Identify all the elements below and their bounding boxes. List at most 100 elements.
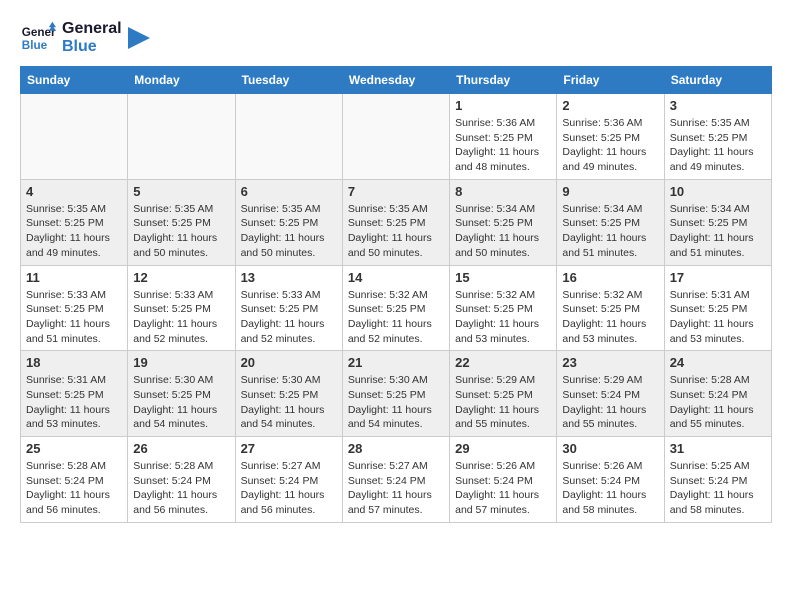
day-number: 20 bbox=[241, 355, 337, 370]
calendar-cell: 10 Sunrise: 5:34 AM Sunset: 5:25 PM Dayli… bbox=[664, 179, 771, 265]
calendar-cell: 7 Sunrise: 5:35 AM Sunset: 5:25 PM Daylig… bbox=[342, 179, 449, 265]
calendar-cell: 30 Sunrise: 5:26 AM Sunset: 5:24 PM Dayli… bbox=[557, 437, 664, 523]
calendar-cell: 25Sunrise: 5:28 AM Sunset: 5:24 PM Dayli… bbox=[21, 437, 128, 523]
weekday-header-thursday: Thursday bbox=[450, 67, 557, 94]
calendar-week-row: 11 Sunrise: 5:33 AM Sunset: 5:25 PM Dayli… bbox=[21, 265, 772, 351]
day-number: 5 bbox=[133, 184, 229, 199]
calendar-cell bbox=[128, 94, 235, 180]
calendar-cell: 20 Sunrise: 5:30 AM Sunset: 5:25 PM Dayli… bbox=[235, 351, 342, 437]
day-info: Sunrise: 5:31 AM Sunset: 5:25 PM Dayligh… bbox=[26, 373, 122, 432]
calendar-cell: 16 Sunrise: 5:32 AM Sunset: 5:25 PM Dayli… bbox=[557, 265, 664, 351]
svg-text:Blue: Blue bbox=[22, 39, 48, 52]
day-number: 24 bbox=[670, 355, 766, 370]
day-info: Sunrise: 5:32 AM Sunset: 5:25 PM Dayligh… bbox=[455, 288, 551, 347]
weekday-header-sunday: Sunday bbox=[21, 67, 128, 94]
calendar-cell: 26 Sunrise: 5:28 AM Sunset: 5:24 PM Dayli… bbox=[128, 437, 235, 523]
day-info: Sunrise: 5:34 AM Sunset: 5:25 PM Dayligh… bbox=[670, 202, 766, 261]
calendar-header-row: SundayMondayTuesdayWednesdayThursdayFrid… bbox=[21, 67, 772, 94]
day-number: 2 bbox=[562, 98, 658, 113]
day-info: Sunrise: 5:35 AM Sunset: 5:25 PM Dayligh… bbox=[26, 202, 122, 261]
calendar-table: SundayMondayTuesdayWednesdayThursdayFrid… bbox=[20, 66, 772, 523]
day-info: Sunrise: 5:31 AM Sunset: 5:25 PM Dayligh… bbox=[670, 288, 766, 347]
day-number: 27 bbox=[241, 441, 337, 456]
day-info: Sunrise: 5:30 AM Sunset: 5:25 PM Dayligh… bbox=[348, 373, 444, 432]
calendar-cell: 11 Sunrise: 5:33 AM Sunset: 5:25 PM Dayli… bbox=[21, 265, 128, 351]
calendar-cell: 5 Sunrise: 5:35 AM Sunset: 5:25 PM Daylig… bbox=[128, 179, 235, 265]
day-info: Sunrise: 5:36 AM Sunset: 5:25 PM Dayligh… bbox=[562, 116, 658, 175]
day-info: Sunrise: 5:29 AM Sunset: 5:25 PM Dayligh… bbox=[455, 373, 551, 432]
day-info: Sunrise: 5:33 AM Sunset: 5:25 PM Dayligh… bbox=[133, 288, 229, 347]
calendar-cell: 22 Sunrise: 5:29 AM Sunset: 5:25 PM Dayli… bbox=[450, 351, 557, 437]
day-info: Sunrise: 5:26 AM Sunset: 5:24 PM Dayligh… bbox=[562, 459, 658, 518]
day-number: 14 bbox=[348, 270, 444, 285]
day-info: Sunrise: 5:25 AM Sunset: 5:24 PM Dayligh… bbox=[670, 459, 766, 518]
day-number: 7 bbox=[348, 184, 444, 199]
calendar-cell: 24 Sunrise: 5:28 AM Sunset: 5:24 PM Dayli… bbox=[664, 351, 771, 437]
calendar-cell bbox=[21, 94, 128, 180]
day-info: Sunrise: 5:35 AM Sunset: 5:25 PM Dayligh… bbox=[133, 202, 229, 261]
day-number: 11 bbox=[26, 270, 122, 285]
calendar-cell: 23 Sunrise: 5:29 AM Sunset: 5:24 PM Dayli… bbox=[557, 351, 664, 437]
day-info: Sunrise: 5:33 AM Sunset: 5:25 PM Dayligh… bbox=[26, 288, 122, 347]
logo: General Blue General Blue bbox=[20, 20, 150, 56]
day-number: 12 bbox=[133, 270, 229, 285]
day-number: 16 bbox=[562, 270, 658, 285]
calendar-cell: 4 Sunrise: 5:35 AM Sunset: 5:25 PM Daylig… bbox=[21, 179, 128, 265]
calendar-cell: 27 Sunrise: 5:27 AM Sunset: 5:24 PM Dayli… bbox=[235, 437, 342, 523]
day-info: Sunrise: 5:32 AM Sunset: 5:25 PM Dayligh… bbox=[348, 288, 444, 347]
calendar-cell bbox=[342, 94, 449, 180]
day-number: 3 bbox=[670, 98, 766, 113]
day-number: 28 bbox=[348, 441, 444, 456]
calendar-cell: 28 Sunrise: 5:27 AM Sunset: 5:24 PM Dayli… bbox=[342, 437, 449, 523]
calendar-cell: 8Sunrise: 5:34 AM Sunset: 5:25 PM Daylig… bbox=[450, 179, 557, 265]
day-info: Sunrise: 5:35 AM Sunset: 5:25 PM Dayligh… bbox=[670, 116, 766, 175]
logo-icon: General Blue bbox=[20, 20, 56, 56]
day-number: 26 bbox=[133, 441, 229, 456]
logo-general: General bbox=[62, 20, 122, 38]
day-info: Sunrise: 5:35 AM Sunset: 5:25 PM Dayligh… bbox=[348, 202, 444, 261]
logo-arrow-icon bbox=[128, 27, 150, 49]
day-info: Sunrise: 5:29 AM Sunset: 5:24 PM Dayligh… bbox=[562, 373, 658, 432]
day-number: 23 bbox=[562, 355, 658, 370]
day-info: Sunrise: 5:28 AM Sunset: 5:24 PM Dayligh… bbox=[133, 459, 229, 518]
day-number: 19 bbox=[133, 355, 229, 370]
day-number: 6 bbox=[241, 184, 337, 199]
day-info: Sunrise: 5:34 AM Sunset: 5:25 PM Dayligh… bbox=[562, 202, 658, 261]
calendar-cell: 9 Sunrise: 5:34 AM Sunset: 5:25 PM Daylig… bbox=[557, 179, 664, 265]
day-number: 25 bbox=[26, 441, 122, 456]
day-info: Sunrise: 5:32 AM Sunset: 5:25 PM Dayligh… bbox=[562, 288, 658, 347]
day-number: 21 bbox=[348, 355, 444, 370]
calendar-week-row: 25 Sunrise: 5:28 AM Sunset: 5:24 PM Dayli… bbox=[21, 437, 772, 523]
day-number: 9 bbox=[562, 184, 658, 199]
calendar-cell: 1Sunrise: 5:36 AM Sunset: 5:25 PM Daylig… bbox=[450, 94, 557, 180]
day-number: 1 bbox=[455, 98, 551, 113]
day-number: 31 bbox=[670, 441, 766, 456]
calendar-cell: 3 Sunrise: 5:35 AM Sunset: 5:25 PM Daylig… bbox=[664, 94, 771, 180]
calendar-week-row: 18 Sunrise: 5:31 AM Sunset: 5:25 PM Dayli… bbox=[21, 351, 772, 437]
day-info: Sunrise: 5:33 AM Sunset: 5:25 PM Dayligh… bbox=[241, 288, 337, 347]
calendar-cell: 17Sunrise: 5:31 AM Sunset: 5:25 PM Dayli… bbox=[664, 265, 771, 351]
calendar-cell: 13Sunrise: 5:33 AM Sunset: 5:25 PM Dayli… bbox=[235, 265, 342, 351]
day-info: Sunrise: 5:28 AM Sunset: 5:24 PM Dayligh… bbox=[670, 373, 766, 432]
weekday-header-monday: Monday bbox=[128, 67, 235, 94]
logo-blue: Blue bbox=[62, 38, 122, 56]
day-info: Sunrise: 5:30 AM Sunset: 5:25 PM Dayligh… bbox=[241, 373, 337, 432]
day-number: 15 bbox=[455, 270, 551, 285]
calendar-cell: 21 Sunrise: 5:30 AM Sunset: 5:25 PM Dayli… bbox=[342, 351, 449, 437]
day-number: 30 bbox=[562, 441, 658, 456]
calendar-cell: 12 Sunrise: 5:33 AM Sunset: 5:25 PM Dayli… bbox=[128, 265, 235, 351]
day-number: 22 bbox=[455, 355, 551, 370]
calendar-cell: 29Sunrise: 5:26 AM Sunset: 5:24 PM Dayli… bbox=[450, 437, 557, 523]
weekday-header-wednesday: Wednesday bbox=[342, 67, 449, 94]
day-number: 4 bbox=[26, 184, 122, 199]
weekday-header-tuesday: Tuesday bbox=[235, 67, 342, 94]
day-number: 10 bbox=[670, 184, 766, 199]
day-info: Sunrise: 5:27 AM Sunset: 5:24 PM Dayligh… bbox=[348, 459, 444, 518]
calendar-cell: 18 Sunrise: 5:31 AM Sunset: 5:25 PM Dayli… bbox=[21, 351, 128, 437]
day-info: Sunrise: 5:27 AM Sunset: 5:24 PM Dayligh… bbox=[241, 459, 337, 518]
page-header: General Blue General Blue bbox=[20, 20, 772, 56]
calendar-cell: 19Sunrise: 5:30 AM Sunset: 5:25 PM Dayli… bbox=[128, 351, 235, 437]
calendar-cell: 15 Sunrise: 5:32 AM Sunset: 5:25 PM Dayli… bbox=[450, 265, 557, 351]
calendar-cell: 2 Sunrise: 5:36 AM Sunset: 5:25 PM Daylig… bbox=[557, 94, 664, 180]
day-number: 18 bbox=[26, 355, 122, 370]
